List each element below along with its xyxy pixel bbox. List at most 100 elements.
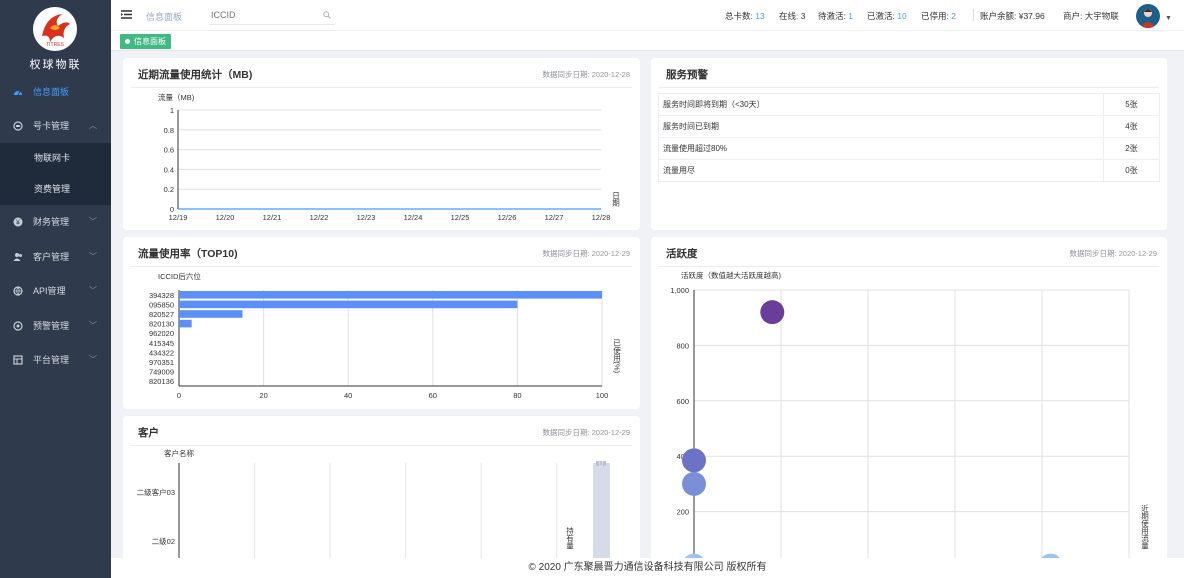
x-axis-label: 已使用(%) [612,339,621,374]
sidebar-item-label: 信息面板 [33,87,70,97]
stat-pending: 待激活: 1 [818,10,853,22]
stat-value: 13 [755,11,765,21]
usage-top10-card: 流量使用率（TOP10) 数据同步日期: 2020-12-29 ICCID后六位… [123,237,640,409]
x-tick-label: 12/21 [263,213,282,222]
card-title: 活跃度 [666,248,698,260]
traffic-card: 近期流量使用统计（MB) 数据同步日期: 2020-12-28 流量（MB) 0 0… [123,58,640,230]
y-tick-label: 820136 [149,377,174,386]
usage-bar [179,291,602,299]
sidebar-item-label: 平台管理 [33,355,70,365]
chevron-down-icon: ﹀ [89,286,97,295]
usage-bar [179,310,243,318]
table-row: 流量用尽 0张 [658,159,1161,182]
sync-date: 数据同步日期: 2020-12-29 [1069,249,1157,258]
stat-online: 在线: 3 [779,10,805,22]
sidebar-item-iot-cards[interactable]: 物联网卡 [0,143,111,174]
x-tick-label: 80 [513,391,521,400]
service-warning-card: 服务预警 服务时间即将到期（<30天） 5张 服务时间已到期 4张 流量使用超过80… [651,58,1167,230]
search-input[interactable] [211,8,311,22]
warning-table: 服务时间即将到期（<30天） 5张 服务时间已到期 4张 流量使用超过80% 2张 流… [658,93,1161,182]
y-tick-label: 820527 [149,310,174,319]
svg-text:¥: ¥ [16,220,20,227]
stat-total: 总卡数: 13 [725,10,765,22]
chevron-up-icon: ︿ [89,121,97,130]
y-tick-label: 394328 [149,291,174,300]
chevron-down-icon: ﹀ [89,321,97,330]
tags-view: 信息面板 [111,31,1184,51]
y-tick-label: 962020 [149,329,174,338]
sidebar-item-platform[interactable]: 平台管理 ﹀ [0,343,111,377]
activity-card: 活跃度 数据同步日期: 2020-12-29 活跃度（数值越大活跃度越高) 200… [651,237,1167,567]
card-title: 近期流量使用统计（MB) [138,69,253,81]
sidebar-item-finance[interactable]: ¥ 财务管理 ﹀ [0,205,111,239]
y-tick-label: 820130 [149,320,174,329]
sidebar-item-label: 号卡管理 [33,121,70,131]
x-tick-label: 40 [344,391,352,400]
x-axis-label: 近期使用流量 [1140,503,1149,550]
caret-down-icon[interactable]: ▼ [1165,15,1172,22]
y-tick-label: 095850 [149,300,174,309]
table-row: 服务时间即将到期（<30天） 5张 [658,93,1161,116]
y-tick-label: 434322 [149,348,174,357]
x-tick-label: 12/22 [310,213,329,222]
sidebar-item-label: API管理 [33,286,66,296]
customers-chart: 客户名称二级客户03 二级02 11 持有量 [137,448,610,566]
y-tick-label: 0.4 [164,165,174,174]
x-tick-label: 12/19 [169,213,188,222]
activity-point [682,471,706,496]
sidebar-item-customers[interactable]: 客户管理 ﹀ [0,240,111,274]
sync-date: 数据同步日期: 2020-12-29 [542,249,630,258]
finance-icon: ¥ [13,217,23,227]
card-title: 客户 [138,427,159,439]
brand-name: 权球物联 [29,59,82,71]
warning-value: 2张 [1102,137,1161,160]
y-tick-label: 200 [676,508,689,517]
stat-stopped: 已停用: 2 [921,10,956,22]
usage-bar [179,300,518,309]
y-tick-label: 1,000 [670,286,689,295]
warning-value: 0张 [1102,159,1161,182]
sidebar-item-label: 财务管理 [33,217,70,227]
stat-value: 3 [800,11,806,21]
divider [659,87,1159,88]
y-tick-label: 0.6 [164,146,174,155]
alert-icon [13,321,23,331]
y-axis-label: 流量（MB) [158,92,195,102]
tag-dashboard[interactable]: 信息面板 [120,34,171,49]
sidebar-item-label: 预警管理 [33,321,70,331]
account-balance: 账户余额: ¥37.96 [980,11,1045,21]
menu-toggle-icon[interactable] [121,10,132,19]
sidebar-item-cards[interactable]: 号卡管理 ︿ [0,109,111,143]
stat-active: 已激活: 10 [867,10,907,22]
chevron-down-icon: ﹀ [89,252,97,261]
traffic-chart: 流量（MB)00.20.40.60.8112/19 12/20 12/21 12/22… [158,92,621,222]
x-tick-label: 12/28 [592,213,611,222]
stat-label: 待激活: [818,11,846,21]
x-tick-label: 60 [429,391,437,400]
search-icon[interactable] [323,11,331,19]
merchant-name: 商户: 大宇物联 [1063,11,1119,21]
sync-date: 数据同步日期: 2020-12-28 [542,70,630,79]
users-icon [13,253,22,261]
y-tick-label: 1 [170,106,174,115]
customer-bar [593,463,610,566]
chevron-down-icon: ﹀ [89,355,97,364]
avatar[interactable] [1136,4,1160,28]
user-avatar-icon [1140,9,1156,28]
customers-card: 客户 数据同步日期: 2020-12-29 客户名称 二级客户03 二级02 11 持有… [123,416,640,566]
warning-label: 服务时间已到期 [658,115,1104,138]
breadcrumb[interactable]: 信息面板 [146,10,182,23]
x-tick-label: 12/26 [498,213,517,222]
card-icon [13,121,23,131]
x-tick-label: 12/20 [216,213,235,222]
sidebar-item-api[interactable]: API管理 ﹀ [0,274,111,308]
sidebar-item-tariffs[interactable]: 资费管理 [0,174,111,205]
warning-label: 流量使用超过80% [658,137,1104,160]
stat-label: 已激活: [867,11,895,21]
divider [973,9,974,21]
search-box[interactable] [209,6,335,25]
stat-value: 1 [848,11,853,21]
sidebar-item-alerts[interactable]: 预警管理 ﹀ [0,309,111,343]
stat-label: 在线: [779,11,799,21]
sidebar-item-dashboard[interactable]: 信息面板 [0,75,111,109]
